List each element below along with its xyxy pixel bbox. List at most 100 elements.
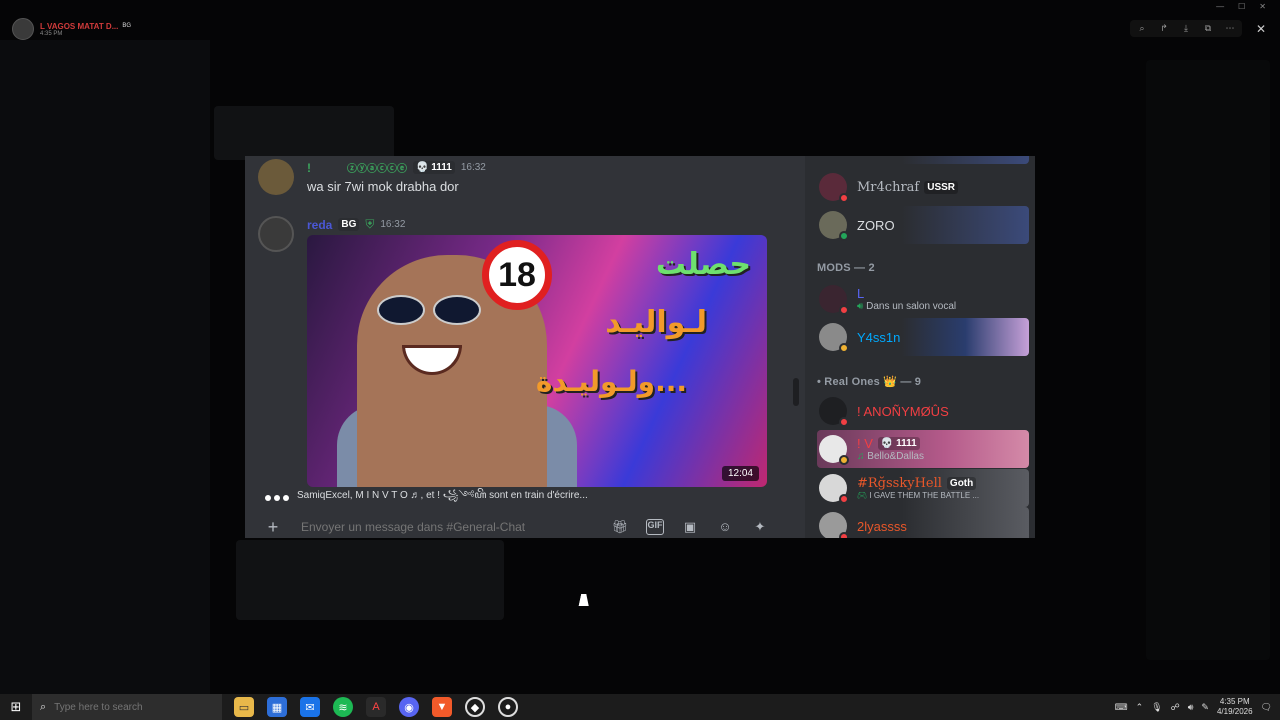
member-item[interactable]: 2lyassss xyxy=(817,507,1029,538)
zoom-icon[interactable]: ⌕ xyxy=(1136,23,1148,34)
message-composer: + 🎁︎ GIF ▣ ☺ ✦ xyxy=(257,512,795,538)
avatar xyxy=(819,512,849,538)
member-tag: Goth xyxy=(946,477,977,490)
maximize-icon[interactable]: ☐ xyxy=(1238,2,1245,11)
window-close-icon[interactable]: ✕ xyxy=(1259,2,1266,11)
member-name: Y4ss1n xyxy=(857,329,901,345)
avatar xyxy=(819,285,849,315)
member-item[interactable]: L 🔊︎ Dans un salon vocal xyxy=(817,280,1029,318)
minimize-icon[interactable]: — xyxy=(1216,2,1224,11)
message-username-decor: ⓩⓨⓐⓒⓒⓔ xyxy=(347,164,407,175)
file-explorer-icon[interactable]: ▭ xyxy=(234,697,254,717)
capture-icon[interactable]: ● xyxy=(498,697,518,717)
age-restriction-badge: 18 xyxy=(482,240,552,310)
viewer-user-time: 4:35 PM xyxy=(40,30,63,37)
taskbar-clock[interactable]: 4:35 PM 4/19/2026 xyxy=(1217,697,1253,717)
message-header: ! ⓩⓨⓐⓒⓒⓔ 💀 1111 16:32 xyxy=(307,160,486,176)
voice-icon: 🔊︎ xyxy=(857,301,867,312)
download-icon[interactable]: ⤓ xyxy=(1180,23,1192,34)
avatar xyxy=(819,474,849,504)
member-name: L xyxy=(857,286,865,301)
keyboard-icon[interactable]: ⌨ xyxy=(1115,702,1128,713)
music-icon: ♫ xyxy=(857,451,868,462)
viewer-uploader: L VAGOS MATAT D... BG 4:35 PM xyxy=(12,18,131,40)
background-sidebar xyxy=(0,40,210,694)
emoji-icon[interactable]: ☺ xyxy=(716,519,734,535)
message-header: reda BG ⛨ 16:32 xyxy=(307,217,405,232)
member-item[interactable]: Mr4chraf USSR xyxy=(817,168,1029,206)
windows-start-icon[interactable]: ⊞ xyxy=(0,699,32,715)
status-idle-icon xyxy=(839,343,849,353)
member-name: ZORO xyxy=(857,217,895,233)
chat-scrollbar[interactable] xyxy=(793,378,799,406)
forward-icon[interactable]: ↱ xyxy=(1158,23,1170,34)
store-icon[interactable]: ▦ xyxy=(267,697,287,717)
embed-overlay-text: حصلت xyxy=(655,247,751,282)
background-member-ghost xyxy=(1146,60,1270,660)
member-item[interactable]: ZORO xyxy=(817,206,1029,244)
member-status-text: Bello&Dallas xyxy=(867,451,924,462)
member-item[interactable]: #RğsskyHell Goth 🎮︎ I GAVE THEM THE BATT… xyxy=(817,469,1029,507)
member-list: Mr4chraf USSR ZORO MODS — 2 L 🔊︎ Dans un… xyxy=(805,156,1035,538)
microphone-icon[interactable]: 🎙︎ xyxy=(1151,702,1162,713)
message-username[interactable]: reda xyxy=(307,218,332,232)
app-icon[interactable]: ◆ xyxy=(465,697,485,717)
member-status-text: Dans un salon vocal xyxy=(866,301,957,312)
viewer-user-name: L VAGOS MATAT D... xyxy=(40,21,119,31)
message-text: wa sir 7wi mok drabha dor xyxy=(307,179,459,194)
member-tag: USSR xyxy=(924,180,959,194)
system-tray: ⌨ ⌃ 🎙︎ ☍ 🔊︎ ✎ 4:35 PM 4/19/2026 🗨︎ xyxy=(1115,694,1272,720)
attach-plus-icon[interactable]: + xyxy=(263,517,283,538)
status-dnd-icon xyxy=(839,193,849,203)
typing-dots-icon xyxy=(265,495,289,501)
avatar[interactable] xyxy=(258,216,294,252)
status-dnd-icon xyxy=(839,532,849,538)
status-dnd-icon xyxy=(839,494,849,504)
network-icon[interactable]: ☍ xyxy=(1171,702,1180,713)
video-embed[interactable]: 18 حصلت لـواليـد ولـوليـدة... 12:04 xyxy=(307,235,767,487)
member-name: ! ANOÑYMØÛS xyxy=(857,403,949,419)
apps-icon[interactable]: ✦ xyxy=(751,519,769,535)
search-input[interactable] xyxy=(54,701,205,713)
chevron-up-icon[interactable]: ⌃ xyxy=(1136,702,1144,713)
message-input[interactable] xyxy=(301,520,591,534)
member-item[interactable]: ! ANOÑYMØÛS xyxy=(817,392,1029,430)
message-username[interactable]: ! xyxy=(307,161,311,175)
message-user-tag: 💀 1111 xyxy=(413,161,455,174)
gift-icon[interactable]: 🎁︎ xyxy=(611,519,629,535)
message-timestamp: 16:32 xyxy=(460,162,486,173)
acrobat-icon[interactable]: A xyxy=(366,697,386,717)
language-icon[interactable]: ✎ xyxy=(1201,702,1209,713)
embed-figure-glasses xyxy=(377,295,487,325)
more-icon[interactable]: ⋯ xyxy=(1224,23,1236,34)
image-viewer-header: L VAGOS MATAT D... BG 4:35 PM ⌕ ↱ ⤓ ⧉ ⋯ … xyxy=(0,14,1280,44)
member-tag: 💀 1111 xyxy=(877,437,920,450)
taskbar-search[interactable]: ⌕ xyxy=(32,694,222,720)
mail-icon[interactable]: ✉ xyxy=(300,697,320,717)
viewer-user-badge: BG xyxy=(122,23,132,29)
avatar xyxy=(819,435,849,465)
typing-indicator: SamiqExcel, M I N V T O ♬, et ! ꧁༺ꦲꦼ son… xyxy=(265,484,588,512)
discord-icon[interactable]: ◉ xyxy=(399,697,419,717)
status-idle-icon xyxy=(839,455,849,465)
notification-icon[interactable]: 🗨︎ xyxy=(1261,702,1272,713)
volume-icon[interactable]: 🔊︎ xyxy=(1188,702,1194,713)
embed-overlay-text: لـواليـد xyxy=(605,305,707,340)
sticker-icon[interactable]: ▣ xyxy=(681,519,699,535)
avatar[interactable] xyxy=(258,159,294,195)
clock-time: 4:35 PM xyxy=(1219,697,1250,706)
member-item[interactable]: Y4ss1n xyxy=(817,318,1029,356)
close-icon[interactable]: ✕ xyxy=(1256,22,1266,36)
avatar xyxy=(819,323,849,353)
video-duration: 12:04 xyxy=(721,466,759,481)
background-embed-ghost xyxy=(214,106,394,160)
open-external-icon[interactable]: ⧉ xyxy=(1202,23,1214,34)
member-item[interactable]: ! V 💀 1111 ♫ Bello&Dallas xyxy=(817,430,1029,468)
member-name: ! V xyxy=(857,436,873,451)
message-user-tag: BG xyxy=(338,218,360,231)
gif-icon[interactable]: GIF xyxy=(646,519,664,535)
spotify-icon[interactable]: ≋ xyxy=(333,697,353,717)
member-item[interactable] xyxy=(817,156,1029,164)
brave-icon[interactable]: ▼ xyxy=(432,697,452,717)
member-name: 2lyassss xyxy=(857,518,907,534)
